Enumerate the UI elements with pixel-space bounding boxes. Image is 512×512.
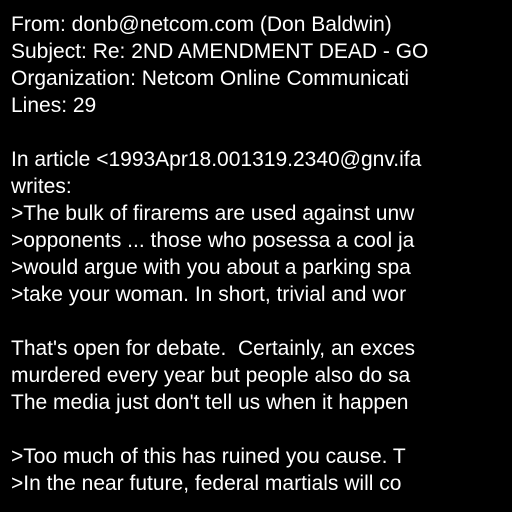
organization-header: Organization: Netcom Online Communicati [11, 67, 409, 90]
quoted-line: >In the near future, federal martials wi… [11, 472, 402, 495]
reply-line: murdered every year but people also do s… [11, 364, 411, 387]
attribution-line: writes: [11, 175, 72, 198]
attribution-line: In article <1993Apr18.001319.2340@gnv.if… [11, 148, 422, 171]
lines-header: Lines: 29 [11, 94, 97, 117]
email-document: From: donb@netcom.com (Don Baldwin) Subj… [11, 11, 512, 497]
quoted-line: >would argue with you about a parking sp… [11, 256, 411, 279]
quoted-line: >Too much of this has ruined you cause. … [11, 445, 406, 468]
from-header: From: donb@netcom.com (Don Baldwin) [11, 13, 392, 36]
subject-header: Subject: Re: 2ND AMENDMENT DEAD - GO [11, 40, 429, 63]
quoted-line: >opponents ... those who posessa a cool … [11, 229, 415, 252]
quoted-line: >The bulk of firarems are used against u… [11, 202, 415, 225]
quoted-line: >take your woman. In short, trivial and … [11, 283, 407, 306]
reply-line: That's open for debate. Certainly, an ex… [11, 337, 416, 360]
reply-line: The media just don't tell us when it hap… [11, 391, 409, 414]
